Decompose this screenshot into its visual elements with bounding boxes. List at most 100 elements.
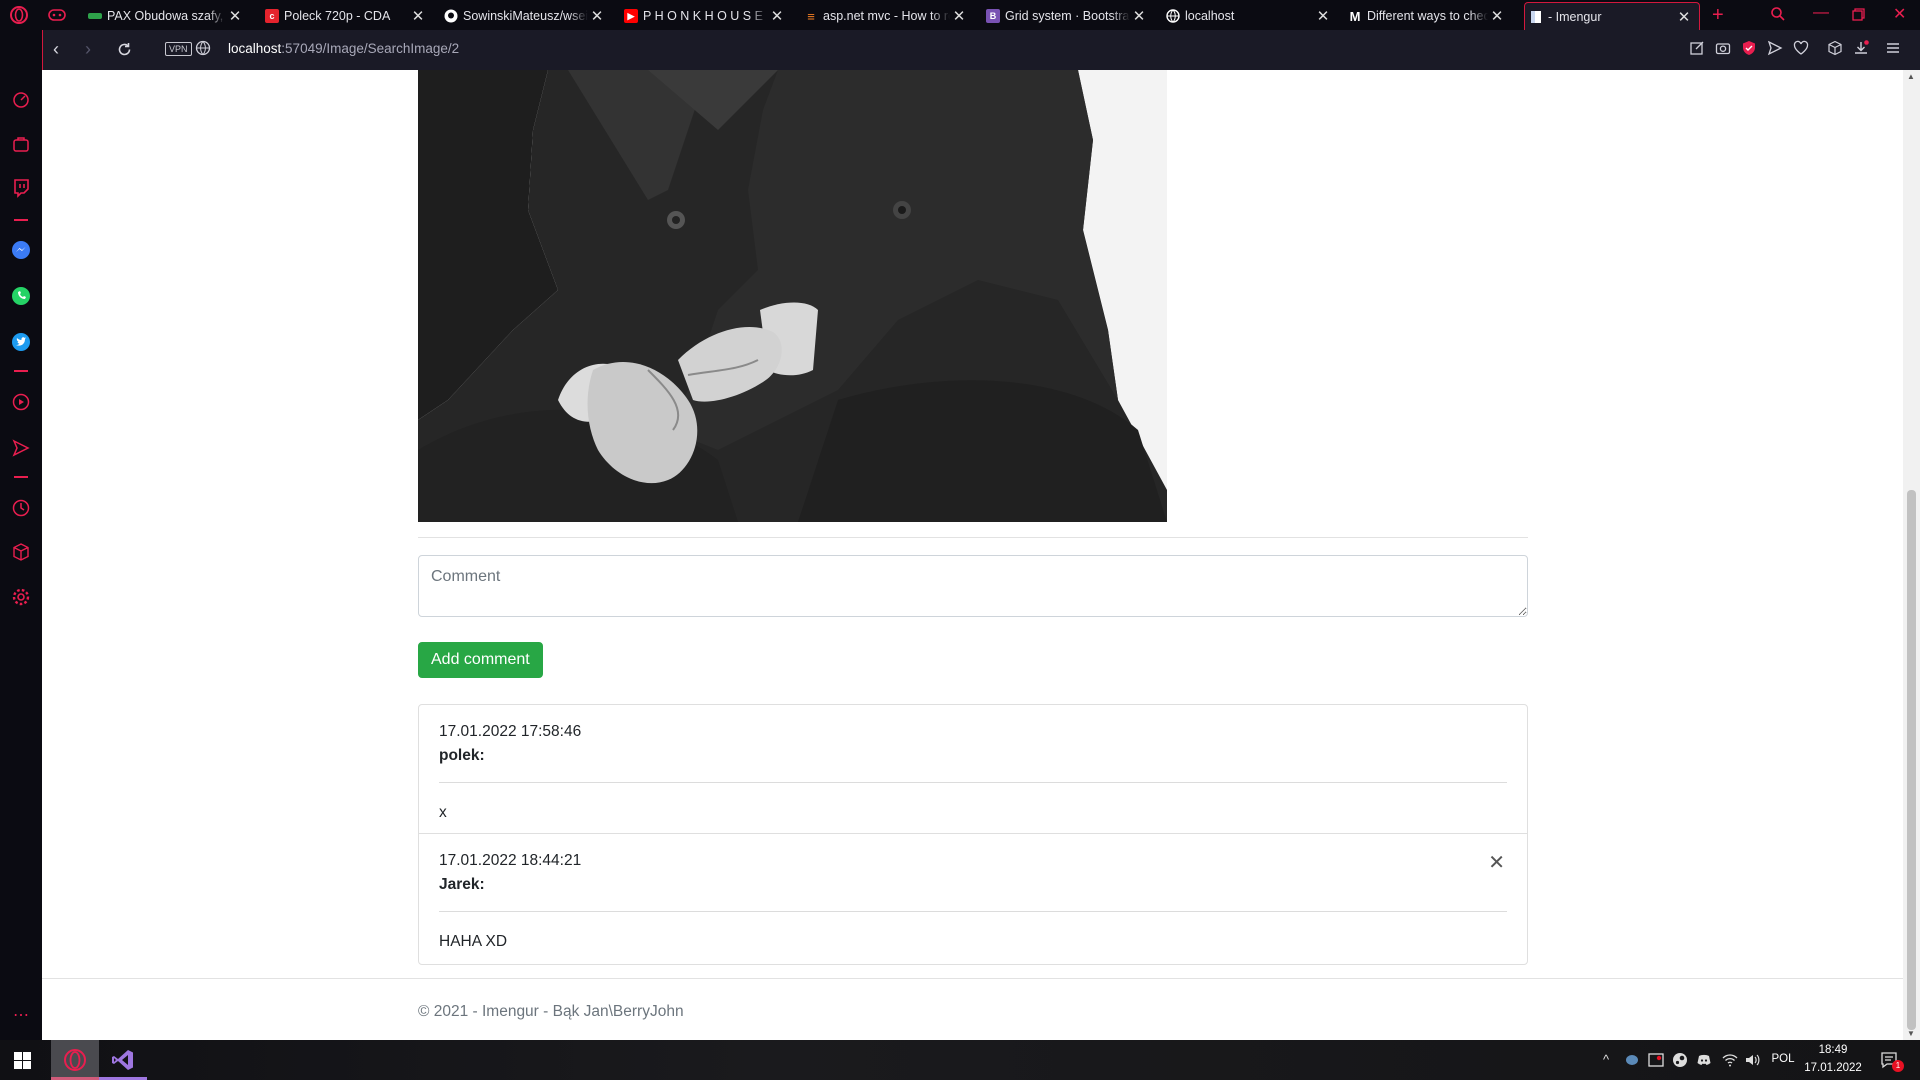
tab-title: - Imengur [1548, 9, 1602, 24]
comment-date: 17.01.2022 18:44:21 [439, 852, 582, 869]
back-button[interactable]: ‹ [53, 39, 59, 60]
volume-icon[interactable] [1744, 1052, 1760, 1068]
comment-item: 17.01.2022 17:58:46 polek: x [419, 705, 1527, 834]
restore-button[interactable] [1852, 8, 1865, 21]
footer-copyright: © 2021 - Imengur - Bąk Jan\BerryJohn [418, 1003, 684, 1020]
easy-setup-menu-icon[interactable] [1885, 40, 1901, 56]
browser-tab[interactable]: c Poleck 720p - CDA ✕ [261, 2, 433, 30]
site-info-globe-icon[interactable] [195, 40, 211, 56]
comment-textarea[interactable] [418, 555, 1528, 617]
minimize-button[interactable]: — [1813, 4, 1829, 22]
show-hidden-icons-chevron-icon[interactable]: ^ [1603, 1052, 1609, 1067]
browser-tab[interactable]: SowinskiMateusz/wsei-project ✕ [440, 2, 612, 30]
reload-icon[interactable] [117, 42, 132, 57]
scroll-down-arrow-icon[interactable]: ▼ [1907, 1029, 1915, 1038]
tab-close-icon[interactable]: ✕ [1675, 8, 1693, 26]
player-icon[interactable] [11, 392, 31, 412]
taskbar-visual-studio[interactable] [99, 1040, 147, 1080]
sidebar-separator [14, 219, 28, 221]
gx-control-icon[interactable] [48, 8, 66, 22]
url-field[interactable]: localhost:57049/Image/SearchImage/2 [228, 41, 459, 56]
page-viewport: Add comment 17.01.2022 17:58:46 polek: x… [42, 70, 1920, 1040]
url-path: :57049/Image/SearchImage/2 [281, 41, 460, 56]
delete-comment-close-icon[interactable]: ✕ [1488, 850, 1505, 875]
scrollbar-thumb[interactable] [1907, 490, 1916, 1030]
downloads-icon[interactable] [1853, 40, 1869, 56]
scroll-up-arrow-icon[interactable]: ▲ [1907, 72, 1915, 81]
vpn-badge[interactable]: VPN [165, 42, 192, 56]
tray-app-icon[interactable] [1624, 1052, 1640, 1068]
opera-menu-icon[interactable] [8, 6, 30, 24]
tab-close-icon[interactable]: ✕ [768, 7, 786, 25]
browser-tab[interactable]: localhost ✕ [1162, 2, 1338, 30]
adblock-shield-icon[interactable] [1741, 40, 1757, 56]
comment-date: 17.01.2022 17:58:46 [439, 723, 582, 740]
steam-icon[interactable] [1672, 1052, 1688, 1068]
search-tabs-icon[interactable] [1770, 6, 1786, 22]
gx-corner-icon[interactable] [11, 134, 31, 154]
browser-tab[interactable]: PAX Obudowa szafy, czarny ✕ [84, 2, 250, 30]
input-language[interactable]: POL [1770, 1053, 1796, 1065]
new-tab-button[interactable]: + [1712, 4, 1724, 27]
globe-favicon-icon [1166, 9, 1180, 23]
browser-tab[interactable]: ▶ P H O N K H O U S E ✕ [620, 2, 792, 30]
tab-close-icon[interactable]: ✕ [226, 7, 244, 25]
browser-tab-active[interactable]: - Imengur ✕ [1524, 2, 1700, 30]
tab-close-icon[interactable]: ✕ [1130, 7, 1148, 25]
sidebar-more-icon[interactable]: ⋯ [11, 1005, 31, 1025]
tab-title: Different ways to check [1367, 9, 1488, 23]
forward-button[interactable]: › [85, 39, 91, 60]
gx-control-speed-icon[interactable] [11, 90, 31, 110]
extensions-cube-icon[interactable] [1827, 40, 1843, 56]
tray-security-icon[interactable] [1648, 1052, 1664, 1068]
sidebar-separator [14, 370, 28, 372]
ikea-favicon-icon [88, 13, 102, 19]
add-comment-button[interactable]: Add comment [418, 642, 543, 678]
tab-title: P H O N K H O U S E [643, 9, 763, 23]
page-scrollbar[interactable]: ▲ ▼ [1903, 70, 1920, 1040]
flow-send-icon[interactable] [11, 438, 31, 458]
browser-tab[interactable]: M Different ways to check ✕ [1344, 2, 1512, 30]
tab-title: localhost [1185, 9, 1235, 23]
messenger-icon[interactable] [11, 240, 31, 260]
bootstrap-favicon-icon: B [986, 9, 1000, 23]
tab-title: PAX Obudowa szafy, czarny [107, 9, 226, 23]
extensions-cube-icon[interactable] [11, 542, 31, 562]
github-favicon-icon [444, 9, 458, 23]
uploaded-image [418, 70, 1167, 522]
tab-close-icon[interactable]: ✕ [950, 7, 968, 25]
browser-tab[interactable]: ≡ asp.net mvc - How to render ✕ [800, 2, 974, 30]
whatsapp-icon[interactable] [11, 286, 31, 306]
camera-icon[interactable] [1715, 40, 1731, 56]
tab-title: SowinskiMateusz/wsei-project [463, 9, 588, 23]
comment-text: x [439, 804, 447, 821]
history-clock-icon[interactable] [11, 498, 31, 518]
windows-start-icon[interactable] [14, 1052, 31, 1069]
comment-divider [439, 782, 1507, 783]
close-window-button[interactable]: ✕ [1893, 4, 1906, 24]
snapshot-edit-icon[interactable] [1689, 40, 1705, 56]
sidebar-separator [14, 476, 28, 478]
youtube-favicon-icon: ▶ [624, 9, 638, 23]
address-bar: ‹ › VPN localhost:57049/Image/SearchImag… [42, 30, 1920, 70]
twitch-icon[interactable] [11, 178, 31, 198]
send-icon[interactable] [1767, 40, 1783, 56]
tab-close-icon[interactable]: ✕ [1488, 7, 1506, 25]
taskbar-opera-gx[interactable] [51, 1040, 99, 1080]
heart-icon[interactable] [1793, 40, 1809, 56]
windows-taskbar: ^ POL 18:49 17.01.2022 1 [0, 1040, 1920, 1080]
tab-close-icon[interactable]: ✕ [1314, 7, 1332, 25]
tab-close-icon[interactable]: ✕ [409, 7, 427, 25]
settings-gear-icon[interactable] [11, 587, 31, 607]
discord-icon[interactable] [1696, 1052, 1712, 1068]
tab-title: Poleck 720p - CDA [284, 9, 391, 23]
taskbar-clock-date[interactable]: 17.01.2022 [1800, 1062, 1866, 1074]
twitter-icon[interactable] [11, 332, 31, 352]
comment-divider [439, 911, 1507, 912]
page-footer: © 2021 - Imengur - Bąk Jan\BerryJohn [42, 978, 1903, 1040]
taskbar-clock-time[interactable]: 18:49 [1806, 1044, 1860, 1056]
opera-gx-icon [64, 1049, 86, 1071]
wifi-icon[interactable] [1722, 1052, 1738, 1068]
tab-close-icon[interactable]: ✕ [588, 7, 606, 25]
browser-tab[interactable]: B Grid system · Bootstrap ✕ [982, 2, 1154, 30]
